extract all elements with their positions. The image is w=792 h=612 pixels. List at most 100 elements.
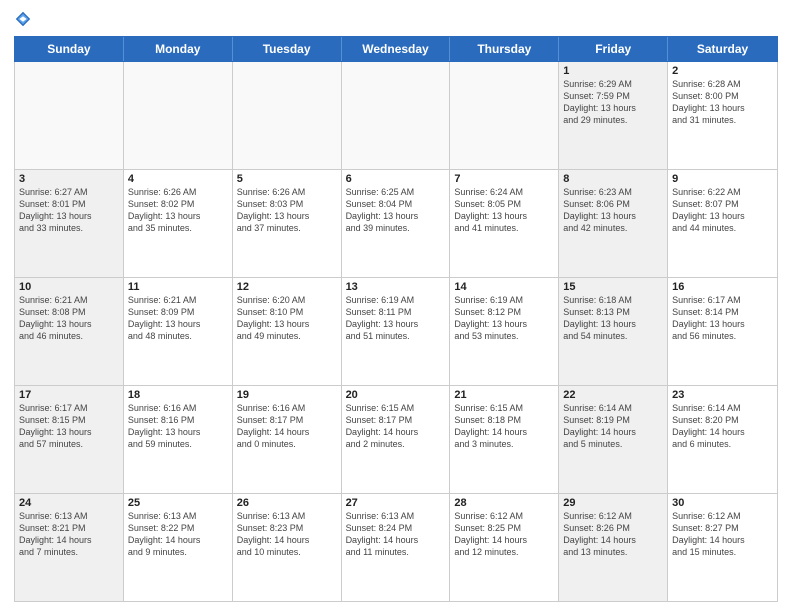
day-cell-29: 29Sunrise: 6:12 AM Sunset: 8:26 PM Dayli… xyxy=(559,494,668,601)
calendar-row-2: 3Sunrise: 6:27 AM Sunset: 8:01 PM Daylig… xyxy=(15,170,777,278)
calendar: SundayMondayTuesdayWednesdayThursdayFrid… xyxy=(14,36,778,602)
day-number: 16 xyxy=(672,281,773,293)
day-cell-10: 10Sunrise: 6:21 AM Sunset: 8:08 PM Dayli… xyxy=(15,278,124,385)
day-cell-8: 8Sunrise: 6:23 AM Sunset: 8:06 PM Daylig… xyxy=(559,170,668,277)
day-number: 24 xyxy=(19,497,119,509)
day-cell-5: 5Sunrise: 6:26 AM Sunset: 8:03 PM Daylig… xyxy=(233,170,342,277)
day-cell-25: 25Sunrise: 6:13 AM Sunset: 8:22 PM Dayli… xyxy=(124,494,233,601)
empty-cell-r0c1 xyxy=(124,62,233,169)
day-number: 6 xyxy=(346,173,446,185)
day-info: Sunrise: 6:24 AM Sunset: 8:05 PM Dayligh… xyxy=(454,186,554,235)
calendar-header: SundayMondayTuesdayWednesdayThursdayFrid… xyxy=(14,36,778,62)
day-info: Sunrise: 6:19 AM Sunset: 8:12 PM Dayligh… xyxy=(454,294,554,343)
day-info: Sunrise: 6:16 AM Sunset: 8:17 PM Dayligh… xyxy=(237,402,337,451)
day-number: 2 xyxy=(672,65,773,77)
day-cell-4: 4Sunrise: 6:26 AM Sunset: 8:02 PM Daylig… xyxy=(124,170,233,277)
day-info: Sunrise: 6:12 AM Sunset: 8:25 PM Dayligh… xyxy=(454,510,554,559)
day-number: 13 xyxy=(346,281,446,293)
day-cell-7: 7Sunrise: 6:24 AM Sunset: 8:05 PM Daylig… xyxy=(450,170,559,277)
day-info: Sunrise: 6:16 AM Sunset: 8:16 PM Dayligh… xyxy=(128,402,228,451)
day-number: 11 xyxy=(128,281,228,293)
day-cell-2: 2Sunrise: 6:28 AM Sunset: 8:00 PM Daylig… xyxy=(668,62,777,169)
day-cell-18: 18Sunrise: 6:16 AM Sunset: 8:16 PM Dayli… xyxy=(124,386,233,493)
day-cell-12: 12Sunrise: 6:20 AM Sunset: 8:10 PM Dayli… xyxy=(233,278,342,385)
day-number: 18 xyxy=(128,389,228,401)
day-cell-11: 11Sunrise: 6:21 AM Sunset: 8:09 PM Dayli… xyxy=(124,278,233,385)
day-cell-24: 24Sunrise: 6:13 AM Sunset: 8:21 PM Dayli… xyxy=(15,494,124,601)
day-number: 7 xyxy=(454,173,554,185)
day-cell-22: 22Sunrise: 6:14 AM Sunset: 8:19 PM Dayli… xyxy=(559,386,668,493)
calendar-row-5: 24Sunrise: 6:13 AM Sunset: 8:21 PM Dayli… xyxy=(15,494,777,601)
day-info: Sunrise: 6:13 AM Sunset: 8:23 PM Dayligh… xyxy=(237,510,337,559)
day-number: 25 xyxy=(128,497,228,509)
day-number: 3 xyxy=(19,173,119,185)
day-number: 8 xyxy=(563,173,663,185)
calendar-body: 1Sunrise: 6:29 AM Sunset: 7:59 PM Daylig… xyxy=(14,62,778,602)
day-number: 29 xyxy=(563,497,663,509)
day-info: Sunrise: 6:22 AM Sunset: 8:07 PM Dayligh… xyxy=(672,186,773,235)
day-number: 30 xyxy=(672,497,773,509)
day-number: 15 xyxy=(563,281,663,293)
day-number: 19 xyxy=(237,389,337,401)
day-cell-21: 21Sunrise: 6:15 AM Sunset: 8:18 PM Dayli… xyxy=(450,386,559,493)
day-info: Sunrise: 6:26 AM Sunset: 8:03 PM Dayligh… xyxy=(237,186,337,235)
day-number: 21 xyxy=(454,389,554,401)
day-number: 12 xyxy=(237,281,337,293)
header-day-sunday: Sunday xyxy=(15,37,124,61)
day-number: 22 xyxy=(563,389,663,401)
day-info: Sunrise: 6:15 AM Sunset: 8:17 PM Dayligh… xyxy=(346,402,446,451)
empty-cell-r0c3 xyxy=(342,62,451,169)
day-cell-17: 17Sunrise: 6:17 AM Sunset: 8:15 PM Dayli… xyxy=(15,386,124,493)
day-number: 28 xyxy=(454,497,554,509)
day-info: Sunrise: 6:13 AM Sunset: 8:24 PM Dayligh… xyxy=(346,510,446,559)
day-cell-27: 27Sunrise: 6:13 AM Sunset: 8:24 PM Dayli… xyxy=(342,494,451,601)
day-number: 17 xyxy=(19,389,119,401)
header-day-tuesday: Tuesday xyxy=(233,37,342,61)
day-info: Sunrise: 6:17 AM Sunset: 8:15 PM Dayligh… xyxy=(19,402,119,451)
header-day-saturday: Saturday xyxy=(668,37,777,61)
day-cell-1: 1Sunrise: 6:29 AM Sunset: 7:59 PM Daylig… xyxy=(559,62,668,169)
day-info: Sunrise: 6:12 AM Sunset: 8:26 PM Dayligh… xyxy=(563,510,663,559)
day-info: Sunrise: 6:27 AM Sunset: 8:01 PM Dayligh… xyxy=(19,186,119,235)
day-info: Sunrise: 6:14 AM Sunset: 8:19 PM Dayligh… xyxy=(563,402,663,451)
day-info: Sunrise: 6:13 AM Sunset: 8:21 PM Dayligh… xyxy=(19,510,119,559)
day-info: Sunrise: 6:21 AM Sunset: 8:09 PM Dayligh… xyxy=(128,294,228,343)
day-info: Sunrise: 6:25 AM Sunset: 8:04 PM Dayligh… xyxy=(346,186,446,235)
day-info: Sunrise: 6:15 AM Sunset: 8:18 PM Dayligh… xyxy=(454,402,554,451)
day-cell-9: 9Sunrise: 6:22 AM Sunset: 8:07 PM Daylig… xyxy=(668,170,777,277)
day-cell-30: 30Sunrise: 6:12 AM Sunset: 8:27 PM Dayli… xyxy=(668,494,777,601)
day-number: 5 xyxy=(237,173,337,185)
day-cell-6: 6Sunrise: 6:25 AM Sunset: 8:04 PM Daylig… xyxy=(342,170,451,277)
header-day-thursday: Thursday xyxy=(450,37,559,61)
header-day-friday: Friday xyxy=(559,37,668,61)
day-cell-3: 3Sunrise: 6:27 AM Sunset: 8:01 PM Daylig… xyxy=(15,170,124,277)
day-cell-23: 23Sunrise: 6:14 AM Sunset: 8:20 PM Dayli… xyxy=(668,386,777,493)
day-info: Sunrise: 6:18 AM Sunset: 8:13 PM Dayligh… xyxy=(563,294,663,343)
calendar-row-3: 10Sunrise: 6:21 AM Sunset: 8:08 PM Dayli… xyxy=(15,278,777,386)
calendar-row-1: 1Sunrise: 6:29 AM Sunset: 7:59 PM Daylig… xyxy=(15,62,777,170)
header-day-wednesday: Wednesday xyxy=(342,37,451,61)
day-number: 23 xyxy=(672,389,773,401)
header-day-monday: Monday xyxy=(124,37,233,61)
day-cell-15: 15Sunrise: 6:18 AM Sunset: 8:13 PM Dayli… xyxy=(559,278,668,385)
empty-cell-r0c4 xyxy=(450,62,559,169)
day-number: 4 xyxy=(128,173,228,185)
empty-cell-r0c0 xyxy=(15,62,124,169)
day-info: Sunrise: 6:14 AM Sunset: 8:20 PM Dayligh… xyxy=(672,402,773,451)
day-number: 26 xyxy=(237,497,337,509)
day-cell-19: 19Sunrise: 6:16 AM Sunset: 8:17 PM Dayli… xyxy=(233,386,342,493)
logo xyxy=(14,10,34,28)
day-number: 27 xyxy=(346,497,446,509)
empty-cell-r0c2 xyxy=(233,62,342,169)
day-number: 20 xyxy=(346,389,446,401)
day-number: 14 xyxy=(454,281,554,293)
day-info: Sunrise: 6:26 AM Sunset: 8:02 PM Dayligh… xyxy=(128,186,228,235)
day-info: Sunrise: 6:21 AM Sunset: 8:08 PM Dayligh… xyxy=(19,294,119,343)
header xyxy=(14,10,778,28)
day-number: 9 xyxy=(672,173,773,185)
day-cell-13: 13Sunrise: 6:19 AM Sunset: 8:11 PM Dayli… xyxy=(342,278,451,385)
day-number: 10 xyxy=(19,281,119,293)
day-info: Sunrise: 6:20 AM Sunset: 8:10 PM Dayligh… xyxy=(237,294,337,343)
day-info: Sunrise: 6:19 AM Sunset: 8:11 PM Dayligh… xyxy=(346,294,446,343)
day-cell-26: 26Sunrise: 6:13 AM Sunset: 8:23 PM Dayli… xyxy=(233,494,342,601)
